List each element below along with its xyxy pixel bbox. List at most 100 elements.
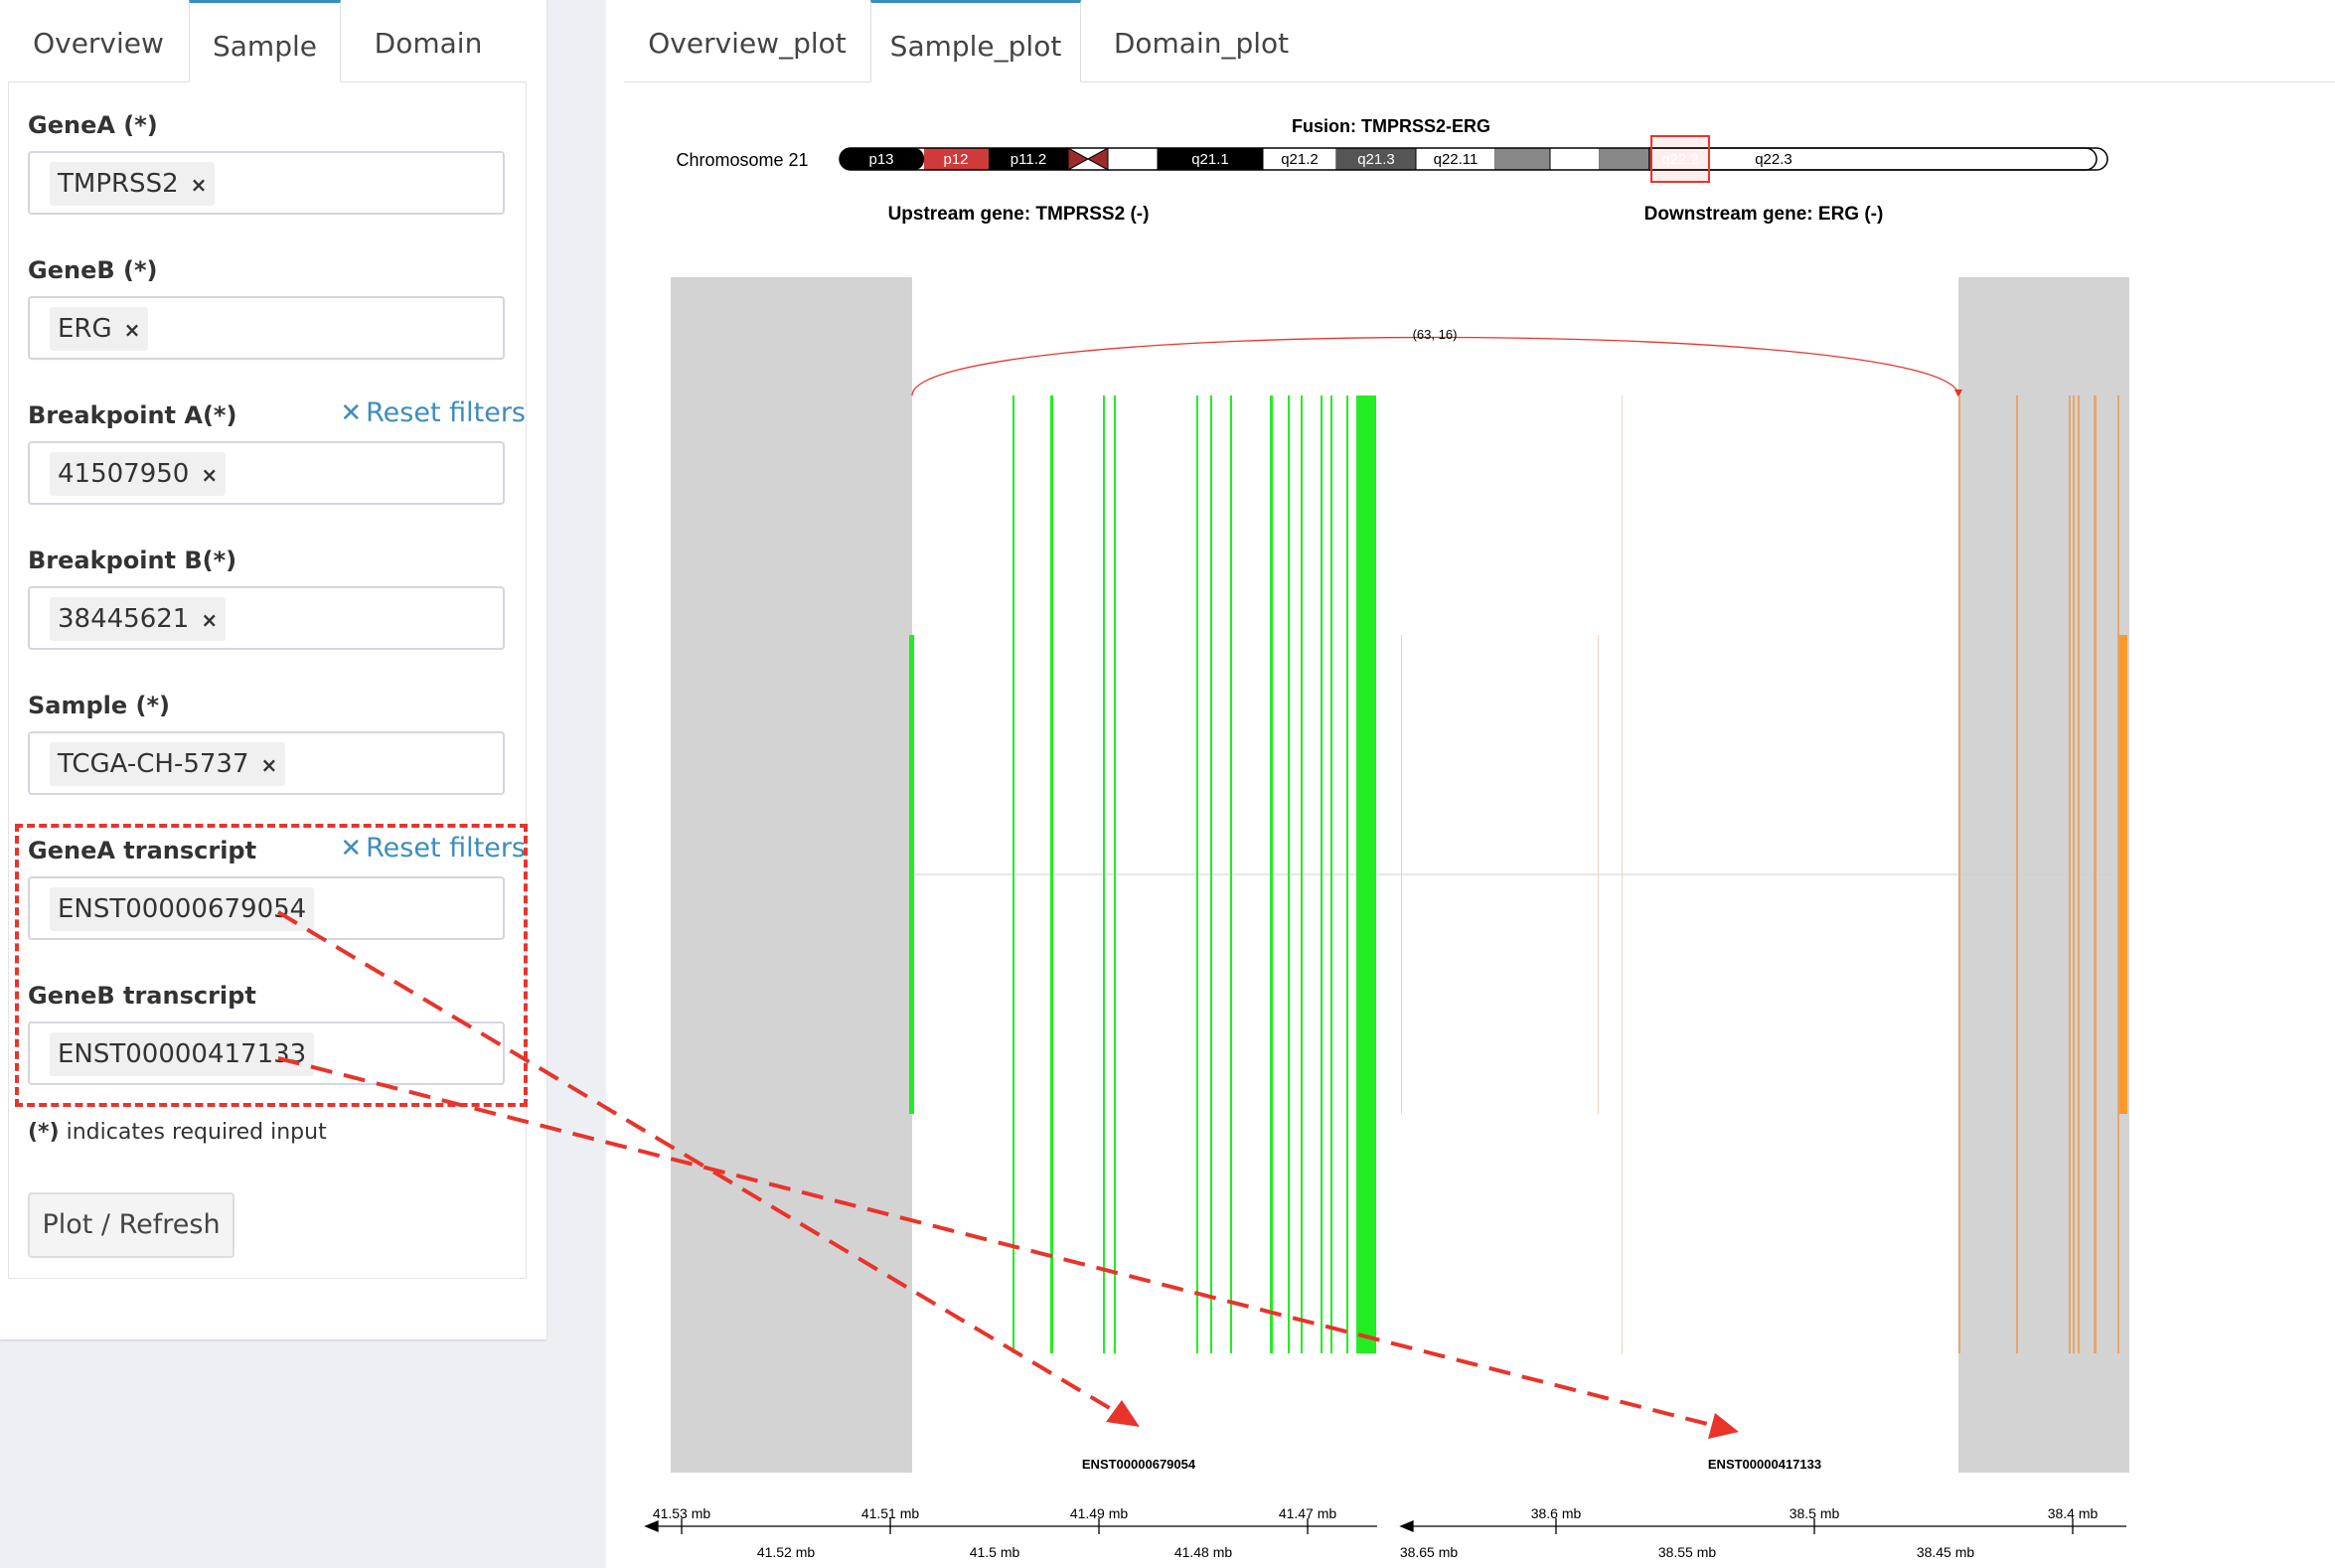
band-q22-2 [1600,148,1649,170]
required-note-mark: (*) [28,1120,60,1145]
exon-a [1103,395,1105,1353]
remove-icon[interactable]: × [261,753,278,777]
remove-icon[interactable]: × [201,608,218,632]
band-label: q22.3 [1755,151,1792,168]
axis-b-arrow [1399,1520,1414,1532]
axis-label: 38.6 mb [1531,1505,1582,1521]
band-label: p13 [868,151,893,168]
axis-label: 41.5 mb [970,1544,1020,1560]
axis-b [1399,1518,2126,1534]
geneb-label: GeneB (*) [28,256,158,284]
axis-label: 38.45 mb [1917,1544,1975,1560]
breakpoint-a-label: Breakpoint A(*) [28,401,237,429]
exon-b [2094,395,2097,1353]
downstream-gene-label: Downstream gene: ERG (-) [1644,204,1884,225]
breakpoint-b-value: 38445621 [58,604,190,634]
exon-a [1210,395,1212,1353]
sample-select[interactable]: TCGA-CH-5737 × [28,731,505,795]
exon-b [2073,395,2075,1353]
breakpoint-a-value: 41507950 [58,459,190,489]
band-label: q22.11 [1434,151,1479,168]
band-label: q21.1 [1191,151,1229,168]
exon-a [909,635,914,1114]
exon-b [2016,395,2018,1353]
exon-a [1346,395,1348,1353]
band-q22-12 [1495,148,1550,170]
genea-label: GeneA (*) [28,111,158,139]
close-icon: ✕ [340,834,363,863]
reset-filters-link[interactable]: ✕ Reset filters [340,397,526,428]
genea-transcript-label: GeneA transcript [28,837,257,864]
input-tabs: Overview Sample Domain [8,0,527,82]
axis-label: 41.52 mb [757,1544,816,1560]
exon-b [1958,395,1960,1353]
breakpoint-b-select[interactable]: 38445621 × [28,586,505,650]
remove-icon[interactable]: × [124,318,141,342]
transcript-b-label: ENST00000417133 [1708,1457,1821,1472]
band-q22-3 [1648,147,2108,171]
transcript-a-label: ENST00000679054 [1082,1457,1196,1472]
required-note: (*) indicates required input [28,1120,327,1145]
exon-a [1196,395,1198,1353]
geneb-chip: ERG × [50,307,149,351]
exon-a [1114,395,1116,1353]
band-label: q21.3 [1357,151,1395,168]
geneb-transcript-label: GeneB transcript [28,982,256,1010]
upstream-gene-label: Upstream gene: TMPRSS2 (-) [888,204,1150,225]
band-q11 [1107,147,1159,171]
geneb-select[interactable]: ERG × [28,296,505,360]
band-label: q22.2 [1661,151,1699,168]
genea-transcript-value: ENST00000679054 [58,894,307,924]
exon-a-large [1356,395,1376,1353]
plot-refresh-button[interactable]: Plot / Refresh [28,1192,234,1258]
exon-b [1401,635,1402,1114]
genea-transcript-select[interactable]: ENST00000679054 [28,876,505,940]
exon-b [1598,635,1599,1114]
exon-a [1230,395,1232,1353]
arc-label: (63, 16) [1413,327,1458,342]
exon-b [2069,395,2071,1353]
genea-select[interactable]: TMPRSS2 × [28,151,505,215]
breakpoint-a-select[interactable]: 41507950 × [28,441,505,505]
exon-b [1622,395,1623,1353]
fusion-title: Fusion: TMPRSS2-ERG [1292,116,1490,136]
required-note-text: indicates required input [59,1120,327,1145]
exon-a [1321,395,1323,1353]
axis-label: 38.5 mb [1790,1505,1840,1521]
exon-a [1288,395,1290,1353]
remove-icon[interactable]: × [201,463,218,487]
exon-b [2078,395,2080,1353]
sample-value: TCGA-CH-5737 [58,749,249,779]
tab-sample[interactable]: Sample [189,0,341,82]
input-panel: Overview Sample Domain GeneA (*) TMPRSS2… [0,0,546,1339]
axis-label: 41.48 mb [1174,1544,1233,1560]
exon-a [1270,395,1273,1353]
upstream-shade [671,277,912,1473]
exon-a [1330,395,1332,1353]
genea-value: TMPRSS2 [58,169,179,199]
band-label: q21.2 [1281,151,1319,168]
exon-b-end [2119,635,2127,1114]
band-q22-13 [1549,147,1601,171]
remove-icon[interactable]: × [191,173,208,197]
tab-overview[interactable]: Overview [8,0,189,81]
breakpoint-b-label: Breakpoint B(*) [28,547,237,574]
reset-filters-label: Reset filters [366,833,526,863]
plot-panel: Overview_plot Sample_plot Domain_plot Fu… [606,0,2335,1568]
centromere-left [1067,147,1090,171]
centromere-right [1086,147,1109,171]
tab-domain[interactable]: Domain [341,0,516,81]
reset-filters-link[interactable]: ✕ Reset filters [340,833,526,863]
fusion-arc [911,336,1959,396]
geneb-transcript-chip: ENST00000417133 [50,1032,315,1076]
breakpoint-b-chip: 38445621 × [50,597,227,641]
geneb-transcript-select[interactable]: ENST00000417133 [28,1021,505,1085]
axis-label: 41.53 mb [653,1505,711,1521]
close-icon: ✕ [340,398,363,428]
geneb-transcript-value: ENST00000417133 [58,1039,307,1069]
chromosome-label: Chromosome 21 [676,150,808,170]
genea-chip: TMPRSS2 × [50,162,216,206]
axis-label: 41.49 mb [1070,1505,1129,1521]
sample-chip: TCGA-CH-5737 × [50,742,286,786]
genea-transcript-chip: ENST00000679054 [50,887,315,931]
